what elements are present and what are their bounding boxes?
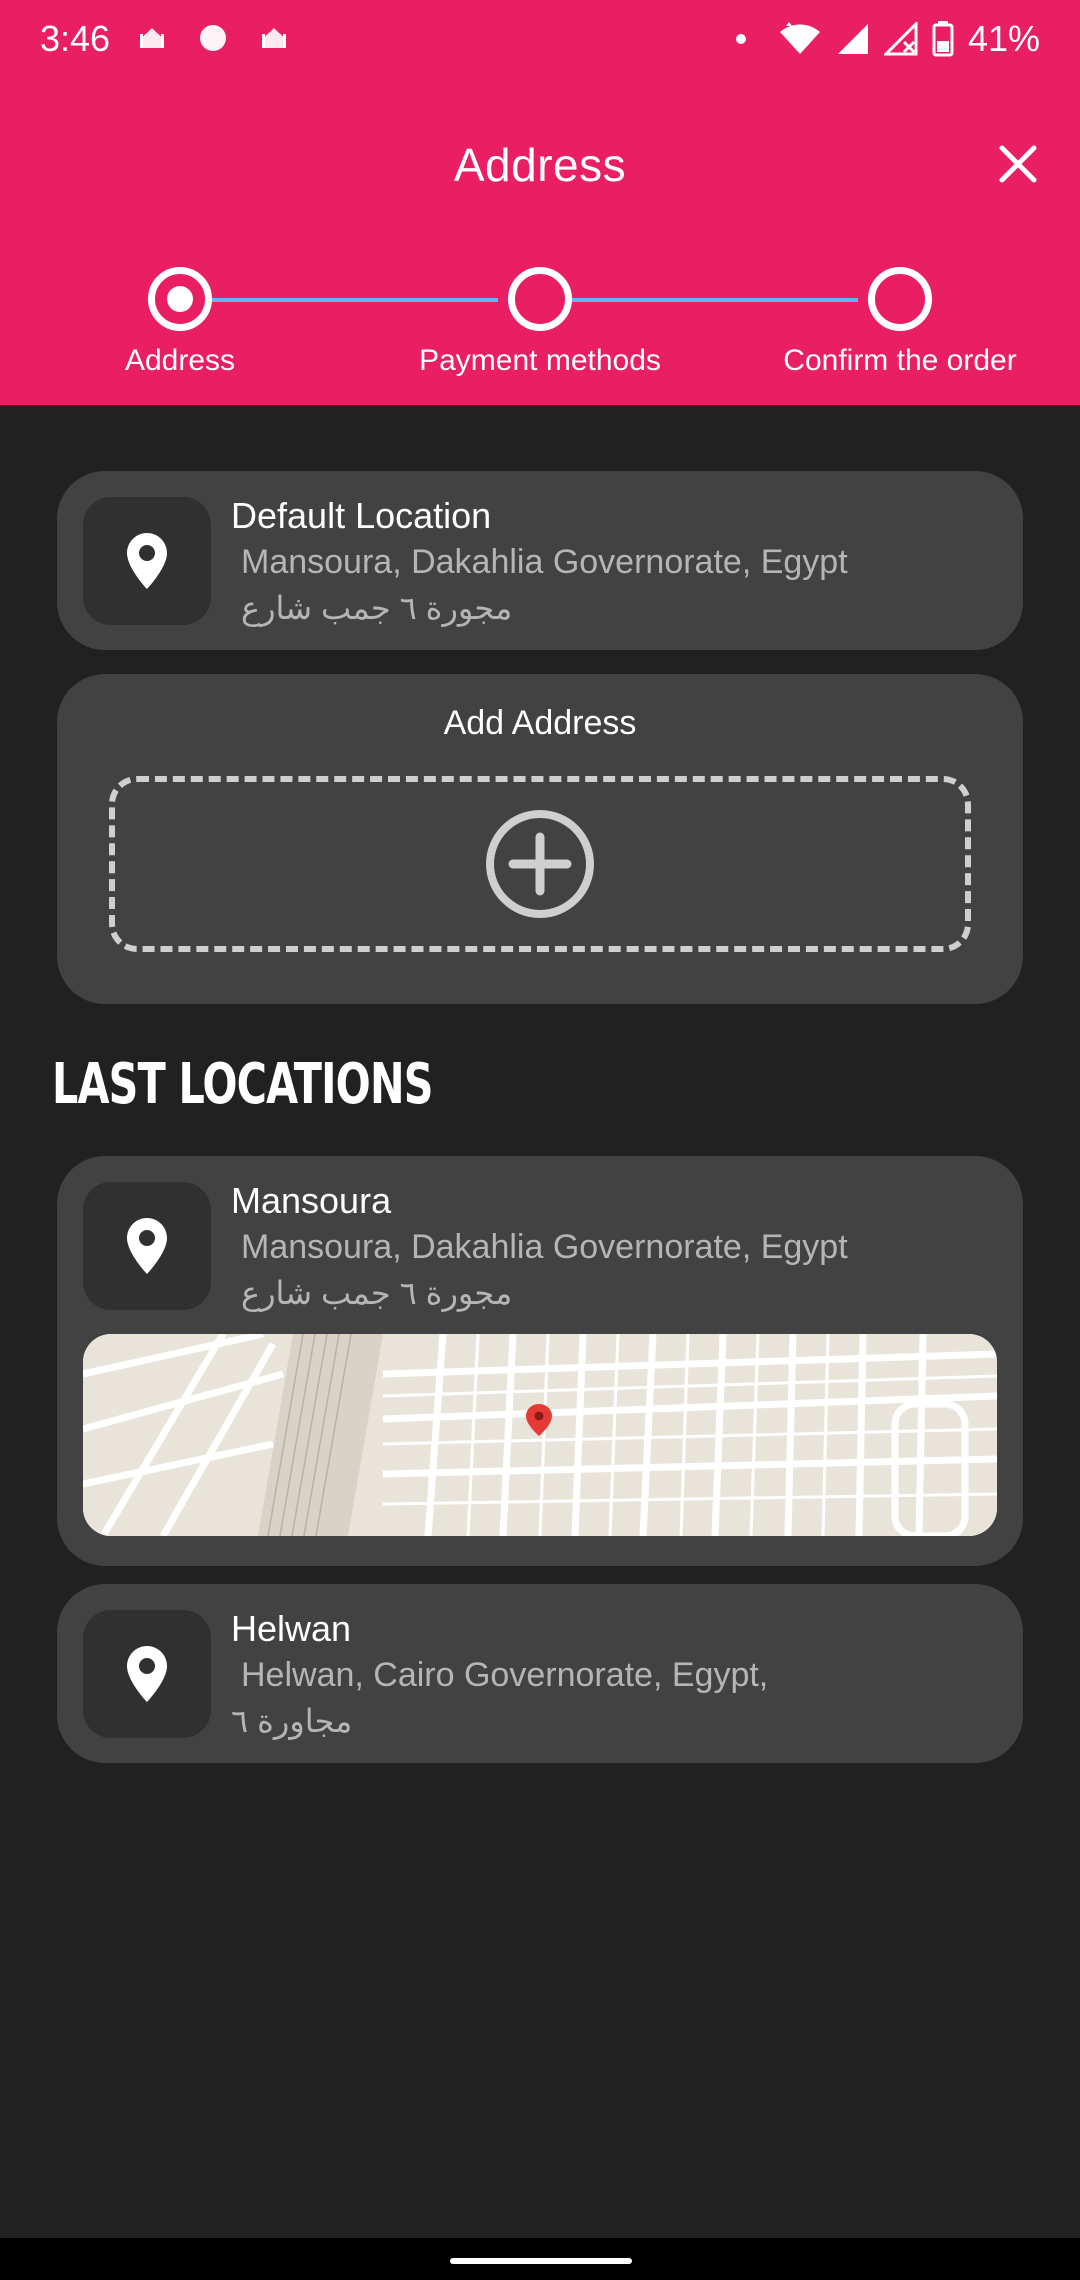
battery-percent: 41% [967, 18, 1040, 59]
add-address-title: Add Address [443, 704, 637, 742]
location-pin-icon [127, 1646, 167, 1702]
location-address: Mansoura, Dakahlia Governorate, Egypt [241, 1228, 848, 1266]
mosque-icon [140, 28, 164, 48]
location-pin-box [83, 497, 211, 625]
step-payment-indicator[interactable] [508, 267, 572, 331]
location-street: مجورة ٦ جمب شارع [241, 1275, 513, 1311]
location-pin-box [83, 1182, 211, 1310]
location-map-preview[interactable] [83, 1334, 997, 1536]
location-pin-box [83, 1610, 211, 1738]
location-name: Default Location [231, 495, 492, 536]
app-header: 3:46 41% Address Address Payment methods… [0, 0, 1080, 405]
add-circle-icon [486, 810, 594, 918]
wifi-icon [779, 22, 820, 54]
step-address-indicator[interactable] [148, 267, 212, 331]
location-pin-icon [127, 1218, 167, 1274]
status-bar: 3:46 41% [0, 0, 1080, 80]
location-address: Mansoura, Dakahlia Governorate, Egypt [241, 543, 848, 581]
checkout-stepper: Address Payment methods Confirm the orde… [0, 262, 1080, 382]
system-status-icons: 41% [735, 18, 1040, 60]
step-confirm-label: Confirm the order [783, 344, 1017, 377]
step-confirm-indicator[interactable] [868, 267, 932, 331]
location-name: Helwan [231, 1608, 352, 1649]
step-address-label: Address [124, 344, 236, 377]
signal-icon [883, 22, 918, 56]
step-payment-label: Payment methods [419, 344, 661, 377]
notification-icons [138, 24, 288, 52]
battery-icon [932, 21, 954, 57]
last-location-card-helwan[interactable]: Helwan Helwan, Cairo Governorate, Egypt,… [57, 1584, 1023, 1763]
last-locations-title: LAST LOCATIONS [52, 1052, 433, 1117]
home-indicator[interactable] [450, 2258, 632, 2264]
map-image [83, 1334, 997, 1536]
default-location-card[interactable]: Default Location Mansoura, Dakahlia Gove… [57, 471, 1023, 650]
location-street: مجورة ٦ جمب شارع [241, 590, 513, 626]
location-street: مجاورة ٦ [231, 1703, 353, 1739]
location-pin-icon [127, 533, 167, 589]
step-connector [572, 298, 858, 302]
circle-icon [200, 25, 226, 51]
location-name: Mansoura [231, 1180, 392, 1221]
status-time: 3:46 [40, 18, 111, 59]
page-title: Address [453, 139, 627, 191]
mosque-icon [262, 28, 286, 48]
dot-icon [735, 34, 746, 44]
location-address: Helwan, Cairo Governorate, Egypt, [241, 1656, 769, 1694]
last-location-card-mansoura[interactable]: Mansoura Mansoura, Dakahlia Governorate,… [57, 1156, 1023, 1566]
add-address-card: Add Address [57, 674, 1023, 1004]
add-address-button[interactable] [109, 776, 971, 952]
close-icon[interactable] [990, 136, 1046, 192]
step-connector [212, 298, 498, 302]
signal-icon [837, 24, 868, 54]
